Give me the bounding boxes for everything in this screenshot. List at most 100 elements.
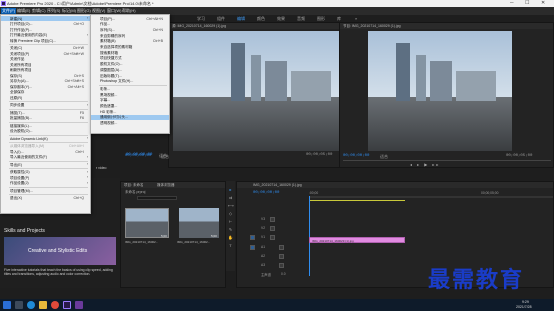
file-menu-item[interactable]: 捕捉(T)... F5	[1, 110, 90, 115]
new-submenu-item[interactable]: 作品...	[91, 22, 169, 27]
timeline-tab[interactable]: IMG_20210714_160029 (1).jpg	[253, 183, 302, 187]
selection-tool-icon[interactable]: ▸	[228, 187, 233, 192]
timeline-timecode[interactable]: 00;00;00;00	[253, 191, 279, 195]
work-area-bar[interactable]	[309, 200, 405, 201]
learn-card[interactable]: Creative and Stylistic Edits	[4, 237, 116, 265]
app-taskbar-icon[interactable]	[75, 301, 83, 309]
ripple-edit-tool-icon[interactable]: ⟷	[228, 203, 234, 208]
file-menu-item[interactable]: 关闭(C) Ctrl+W	[1, 46, 90, 51]
new-submenu-item[interactable]: 素材箱(B) Ctrl+B	[91, 39, 169, 44]
type-tool-icon[interactable]: T	[228, 243, 233, 248]
maximize-button[interactable]: ☐	[525, 0, 529, 7]
new-submenu-item[interactable]: 颜色遮罩...	[91, 104, 169, 109]
pen-tool-icon[interactable]: ✎	[228, 227, 233, 232]
file-menu-item[interactable]: 新建(N) ›	[1, 16, 90, 22]
file-menu-item[interactable]: 导入最近使用的文件(F) ›	[1, 155, 90, 160]
file-menu-item-label: 还原(R)	[10, 95, 23, 100]
play-button[interactable]: ◂ ▸ ▶ ▸▸	[410, 162, 440, 167]
track-target-toggle[interactable]	[250, 245, 255, 250]
program-end-timecode: 00;00;05;00	[506, 154, 533, 158]
new-submenu-item[interactable]: 旧版标题(T)...	[91, 73, 169, 78]
file-menu-item[interactable]: 导出(E) ›	[1, 162, 90, 167]
track-target-toggle[interactable]	[250, 235, 255, 240]
track-mute-toggle[interactable]	[279, 254, 284, 259]
timeline-ruler[interactable]	[309, 196, 553, 198]
file-menu-item[interactable]: 保存副本(Y)... Ctrl+Alt+S	[1, 84, 90, 89]
chrome-icon[interactable]	[51, 301, 59, 309]
new-submenu-item[interactable]: 字幕...	[91, 98, 169, 103]
taskbar: 9:29 2021/7/28	[0, 299, 554, 311]
track-mute-toggle[interactable]	[279, 263, 284, 268]
file-menu-item[interactable]: 另存为(A)... Ctrl+Shift+S	[1, 79, 90, 84]
file-menu-item[interactable]: 项目设置(P) ›	[1, 175, 90, 180]
track-select-tool-icon[interactable]: ⇉	[228, 195, 233, 200]
new-submenu-item[interactable]: 通用倒计时片头...	[91, 114, 169, 121]
file-menu-item[interactable]: 批量捕捉(B)... F6	[1, 116, 90, 121]
new-submenu-item[interactable]: 调整图层(A)...	[91, 67, 169, 72]
file-menu-item[interactable]: 刷新所有项目	[1, 68, 90, 73]
razor-tool-icon[interactable]: ◇	[228, 211, 233, 216]
workspace-more[interactable]: »	[355, 16, 357, 21]
file-menu-item[interactable]: 打开项目(O)... Ctrl+O	[1, 22, 90, 27]
file-menu-item[interactable]: 同步设置 ›	[1, 103, 90, 108]
file-menu-item[interactable]: 退出(X) Ctrl+Q	[1, 196, 90, 201]
file-menu-item[interactable]: 打开最近使用的内容(E) ›	[1, 33, 90, 38]
program-timecode[interactable]: 00;00;00;00	[343, 154, 369, 158]
file-menu-item[interactable]: 作品设置(J) ›	[1, 181, 90, 186]
file-menu-item[interactable]: 转换 Premiere Clip 项目(C)...	[1, 38, 90, 43]
premiere-taskbar-icon[interactable]	[63, 301, 71, 309]
file-menu-item[interactable]: 项目管理(M)...	[1, 188, 90, 193]
file-menu-item[interactable]: 关闭项目(P) Ctrl+Shift+W	[1, 51, 90, 56]
new-submenu-item[interactable]: 脱机文件(O)...	[91, 62, 169, 67]
project-search-input[interactable]	[137, 196, 177, 200]
program-scrubber[interactable]	[343, 160, 551, 161]
minimize-button[interactable]: ─	[510, 0, 514, 7]
track-mute-toggle[interactable]	[279, 245, 284, 250]
task-view-icon[interactable]	[15, 301, 23, 309]
track-lock-toggle[interactable]	[270, 235, 275, 240]
file-menu-item[interactable]: 关闭所有项目	[1, 62, 90, 67]
new-submenu-item[interactable]: 透明视频...	[91, 121, 169, 126]
program-monitor-tab[interactable]: 节目: IMG_20210714_160029 (1).jpg	[343, 24, 401, 29]
timeline-ruler-mid: 00;00;05;00	[481, 191, 499, 195]
hand-tool-icon[interactable]: ✋	[228, 235, 233, 240]
file-menu-item[interactable]: 关闭作品	[1, 57, 90, 62]
file-menu-item-label: 导出(E)	[10, 162, 22, 167]
new-submenu-item[interactable]: 来自剪辑的序列	[91, 33, 169, 38]
file-menu-item[interactable]: 设为脱机(O)...	[1, 129, 90, 134]
source-monitor-tab[interactable]: 源: IMG_20210714_160029 (1).jpg	[172, 24, 226, 29]
track-lock-toggle[interactable]	[270, 217, 275, 222]
file-menu-item[interactable]: 链接媒体(L)...	[1, 123, 90, 128]
file-menu-item-shortcut: Ctrl+Q	[73, 196, 84, 200]
new-submenu-item[interactable]: 项目(P)... Ctrl+Alt+N	[91, 16, 169, 21]
new-submenu-item[interactable]: 搜索素材箱	[91, 50, 169, 55]
file-menu-item[interactable]: 从媒体浏览器导入(M) Ctrl+Alt+I	[1, 144, 90, 149]
slip-tool-icon[interactable]: ⊢	[228, 219, 233, 224]
file-menu-item[interactable]: Adobe Dynamic Link(K) ›	[1, 136, 90, 141]
file-menu-item[interactable]: 导入(I)... Ctrl+I	[1, 149, 90, 154]
file-menu-item[interactable]: 获取属性(G) ›	[1, 170, 90, 175]
file-menu-item[interactable]: 还原(R)	[1, 95, 90, 100]
file-menu-item-label: 同步设置	[10, 103, 25, 107]
project-tab[interactable]: 项目: 未命名	[124, 183, 143, 188]
new-submenu-item[interactable]: 序列(S)... Ctrl+N	[91, 27, 169, 32]
track-lock-toggle[interactable]	[270, 226, 275, 231]
file-menu-item[interactable]: 保存(S) Ctrl+S	[1, 73, 90, 78]
windows-start-icon[interactable]	[3, 301, 11, 309]
new-submenu-item[interactable]: 来自选择项的素材箱	[91, 45, 169, 50]
new-submenu-item[interactable]: Photoshop 文件(H)...	[91, 79, 169, 84]
playhead[interactable]	[309, 196, 310, 276]
new-submenu-item[interactable]: 彩条...	[91, 86, 169, 91]
close-button[interactable]: ✕	[541, 0, 545, 7]
source-fit-strip: 适合	[159, 155, 167, 159]
file-explorer-icon[interactable]	[39, 301, 47, 309]
edge-browser-icon[interactable]	[27, 301, 35, 309]
timeline-clip[interactable]: IMG_20210714_160029 (1).jpg	[309, 237, 405, 243]
file-menu-item[interactable]: 全部保存	[1, 90, 90, 95]
master-track-label: 主声道	[261, 273, 271, 277]
new-submenu-item[interactable]: HD 彩条...	[91, 109, 169, 114]
new-submenu-item[interactable]: 黑场视频...	[91, 92, 169, 97]
new-submenu-item[interactable]: 项目快捷方式	[91, 56, 169, 61]
file-menu-item[interactable]: 打开作品(P)...	[1, 27, 90, 32]
media-browser-tab[interactable]: 媒体浏览器	[157, 183, 175, 188]
